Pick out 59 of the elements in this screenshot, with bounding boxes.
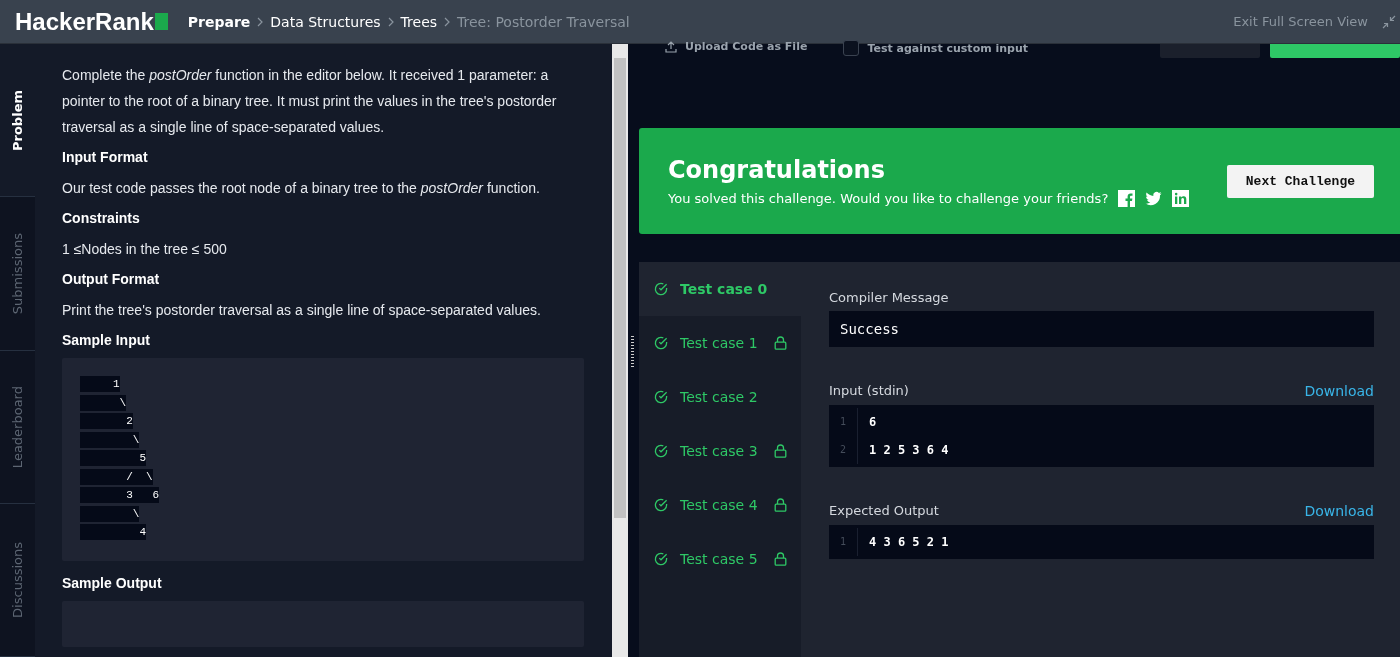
problem-paragraph: Print the tree's postorder traversal as a single line of space-separated values. xyxy=(62,301,542,320)
code-line: 1 2 5 3 6 4 xyxy=(869,442,949,459)
section-heading: Sample Input xyxy=(62,332,151,349)
test-case-label: Test case 2 xyxy=(680,389,758,405)
section-heading: Input Format xyxy=(62,149,149,166)
line-number: 1 xyxy=(839,535,847,549)
problem-paragraph: 1 ≤Nodes in the tree ≤ 500 xyxy=(62,240,228,259)
logo[interactable]: HackerRank xyxy=(15,7,168,36)
breadcrumb-link[interactable]: Data Structures xyxy=(270,13,381,30)
breadcrumb-link[interactable]: Trees xyxy=(400,13,438,30)
test-case-label: Test case 5 xyxy=(680,551,758,567)
side-tab[interactable]: Problem xyxy=(0,44,35,198)
problem-paragraph: Complete the postOrder function in the editor below. It received 1 parameter: a pointer to the root of a binary tree. It must print the values in the tree's postorder traversal as a single line of space-separated values. xyxy=(62,66,558,137)
download-link[interactable]: Download xyxy=(1304,383,1374,399)
check-circle-icon xyxy=(654,282,668,296)
download-link[interactable]: Download xyxy=(1304,503,1374,519)
linkedin-icon[interactable] xyxy=(1172,189,1190,207)
check-circle-icon xyxy=(654,336,668,350)
section-heading: Output Format xyxy=(62,271,161,288)
upload-icon xyxy=(665,40,677,53)
block-label: Input (stdin) xyxy=(829,383,909,399)
test-case-label: Test case 4 xyxy=(680,497,758,513)
test-case-tab[interactable]: Test case 4 xyxy=(639,478,801,532)
block-label: Expected Output xyxy=(829,503,939,519)
check-circle-icon xyxy=(654,498,668,512)
banner-title: Congratulations xyxy=(668,155,886,184)
check-circle-icon xyxy=(654,390,668,404)
facebook-icon[interactable] xyxy=(1118,189,1136,207)
scrollbar-thumb[interactable] xyxy=(614,58,626,518)
code-line: 4 3 6 5 2 1 xyxy=(869,534,949,551)
breadcrumb-link[interactable]: Prepare xyxy=(187,13,251,30)
next-challenge-button[interactable]: Next Challenge xyxy=(1226,164,1374,198)
test-case-label: Test case 0 xyxy=(680,281,768,297)
test-case-label: Test case 3 xyxy=(680,443,758,459)
section-heading: Constraints xyxy=(62,210,141,227)
line-number: 2 xyxy=(839,443,847,457)
check-circle-icon xyxy=(654,444,668,458)
banner-message: You solved this challenge. Would you like to challenge your friends? xyxy=(668,190,1109,206)
code-line: 6 xyxy=(869,414,878,431)
test-case-tab[interactable]: Test case 3 xyxy=(639,424,801,478)
test-case-label: Test case 1 xyxy=(680,335,758,351)
line-number: 1 xyxy=(839,415,847,429)
twitter-bird-icon[interactable] xyxy=(1145,189,1163,207)
chevron-icon xyxy=(443,16,452,27)
test-case-tab[interactable]: Test case 2 xyxy=(639,370,801,424)
custom-input-checkbox[interactable] xyxy=(843,40,860,56)
test-case-tab[interactable]: Test case 5 xyxy=(639,532,801,586)
collapse-icon[interactable] xyxy=(1382,14,1396,29)
test-case-tab[interactable]: Test case 1 xyxy=(639,316,801,370)
chevron-icon xyxy=(386,16,395,27)
compiler-message-label: Compiler Message xyxy=(829,290,949,305)
check-circle-icon xyxy=(654,552,668,566)
upload-code-link[interactable]: Upload Code as File xyxy=(685,40,808,53)
section-heading: Sample Output xyxy=(62,574,163,592)
checkbox-label: Test against custom input xyxy=(867,41,1029,55)
compiler-message-field: Success xyxy=(829,311,1374,347)
chevron-icon xyxy=(256,16,265,27)
problem-paragraph: Our test code passes the root node of a binary tree to the postOrder function. xyxy=(62,179,541,198)
test-case-tab[interactable]: Test case 0 xyxy=(639,262,801,316)
